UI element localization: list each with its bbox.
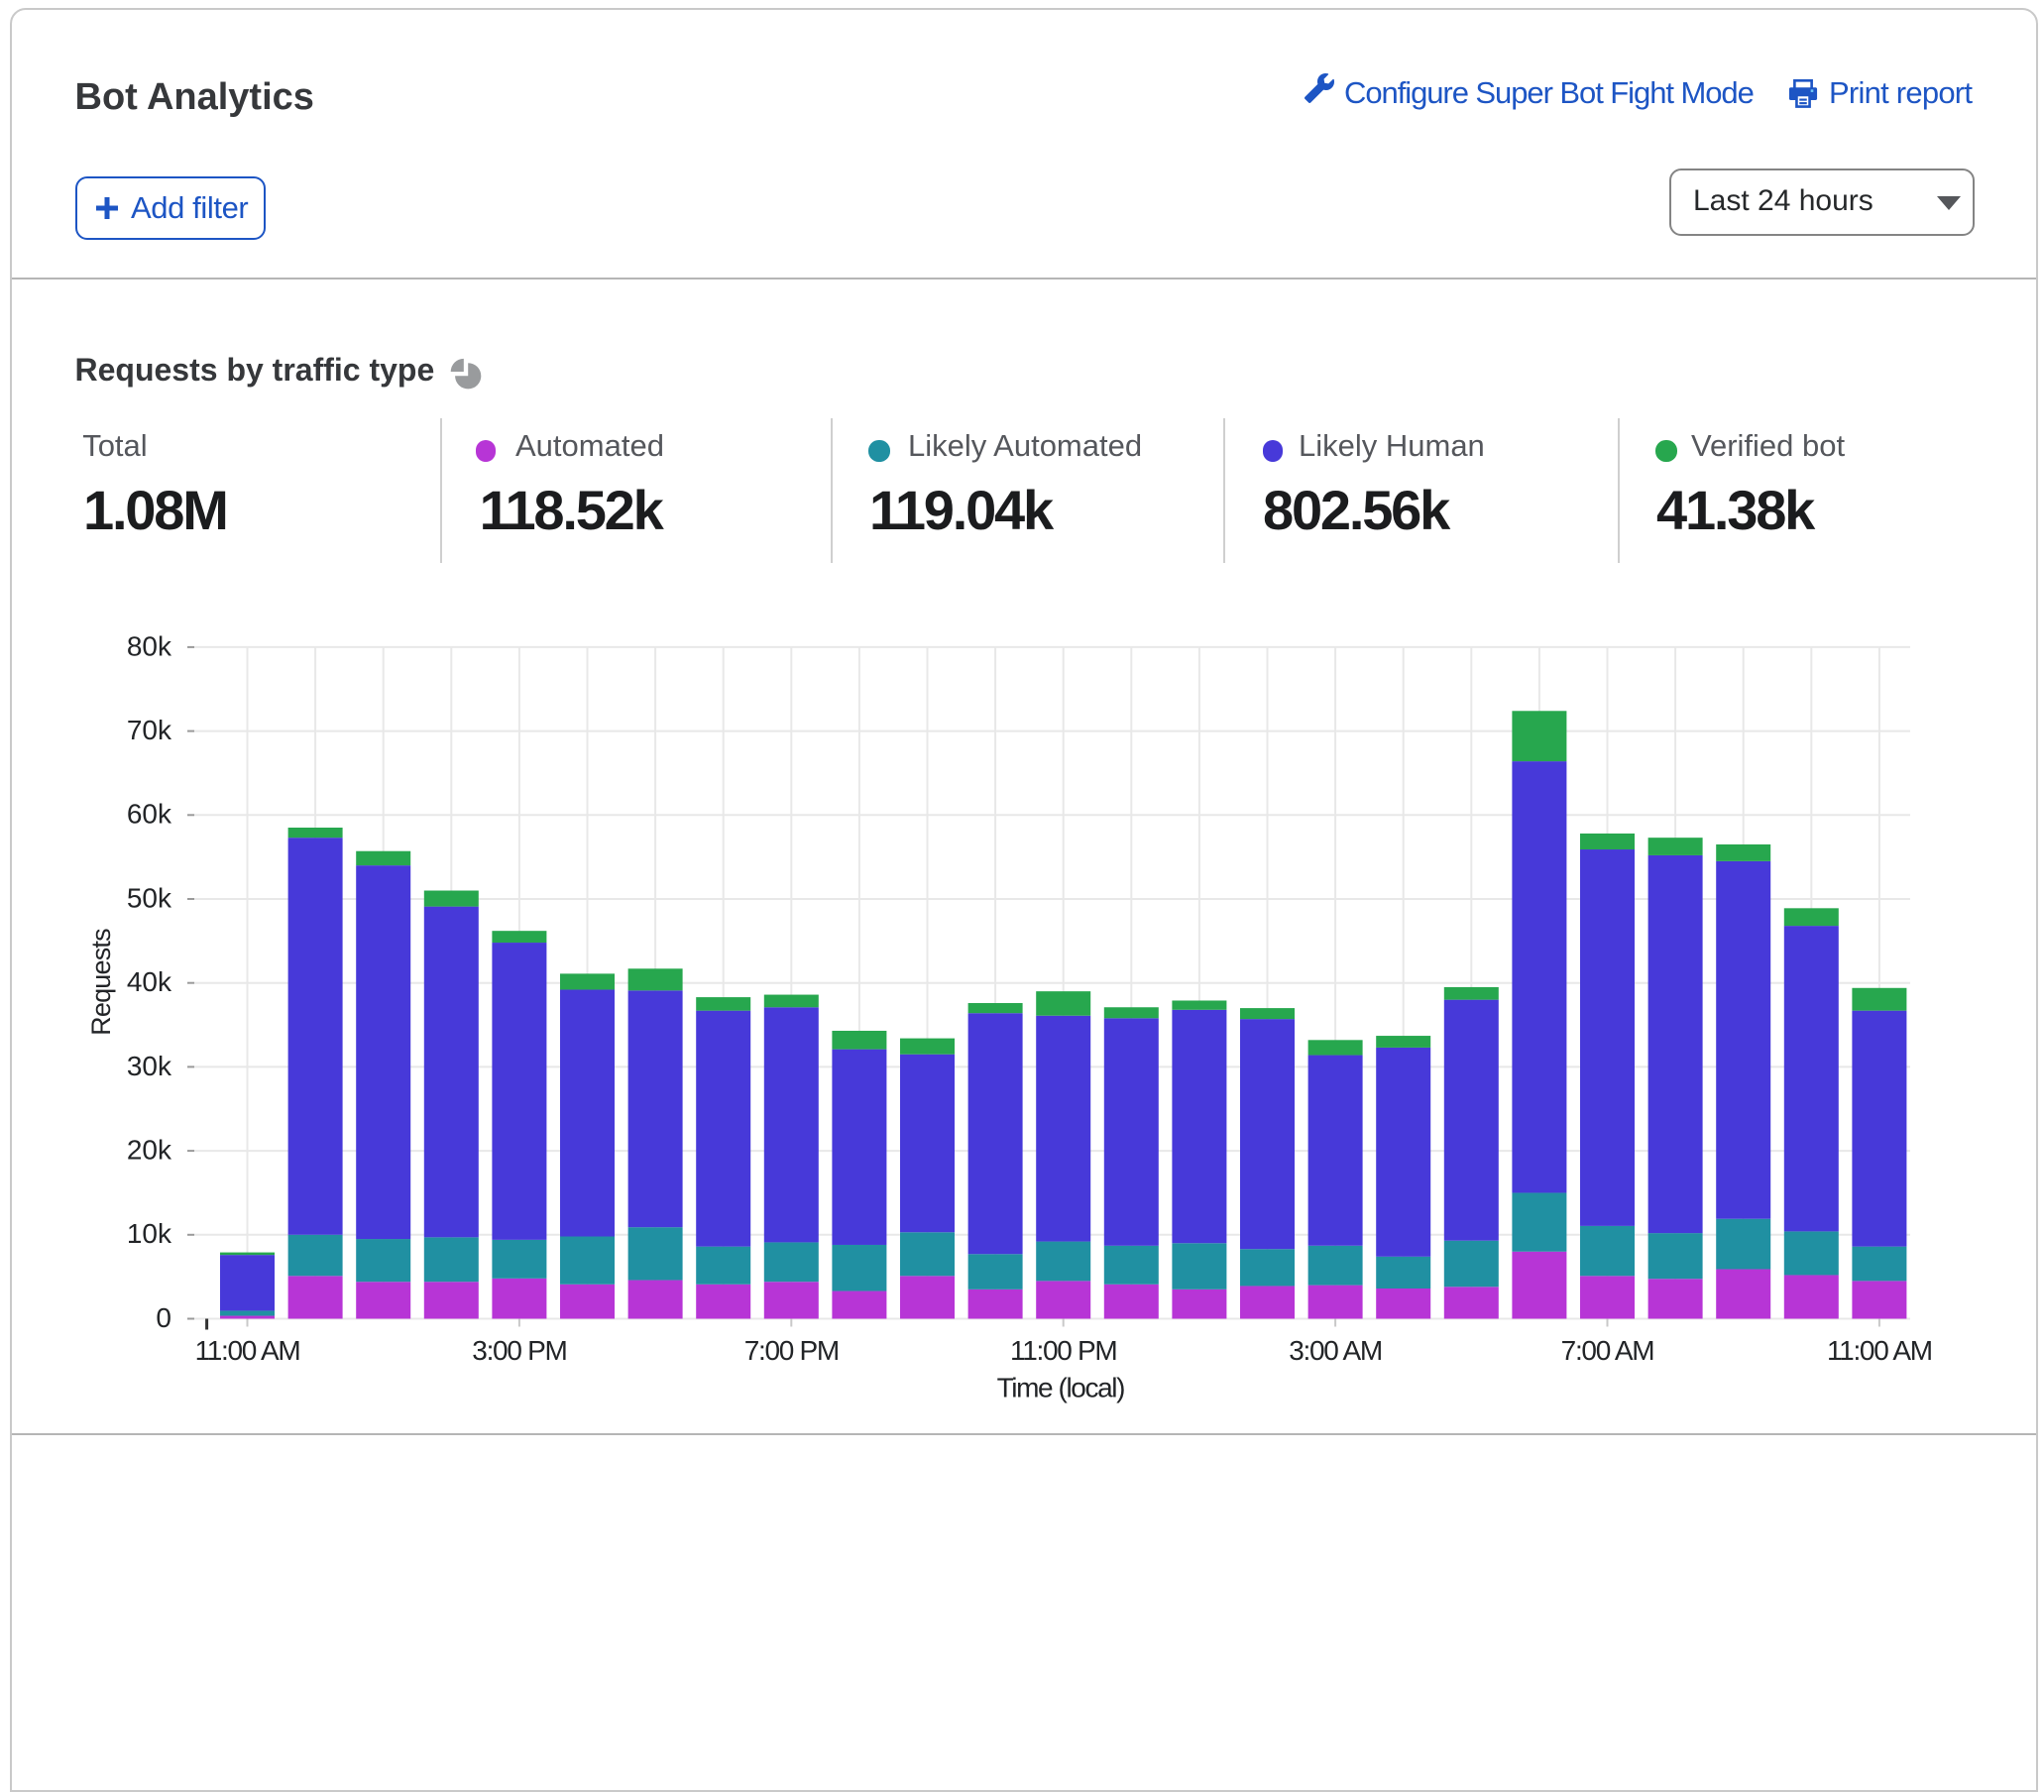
svg-text:40k: 40k [127, 966, 172, 997]
svg-text:11:00 AM: 11:00 AM [1827, 1335, 1932, 1366]
svg-text:Time (local): Time (local) [997, 1373, 1124, 1403]
svg-text:20k: 20k [127, 1135, 172, 1166]
svg-text:3:00 AM: 3:00 AM [1289, 1335, 1382, 1366]
svg-text:11:00 PM: 11:00 PM [1010, 1335, 1116, 1366]
svg-text:0: 0 [156, 1302, 171, 1333]
svg-text:30k: 30k [127, 1051, 172, 1081]
svg-text:10k: 10k [127, 1218, 172, 1249]
svg-text:7:00 AM: 7:00 AM [1561, 1335, 1654, 1366]
svg-text:70k: 70k [127, 715, 172, 745]
svg-text:3:00 PM: 3:00 PM [472, 1335, 566, 1366]
svg-text:60k: 60k [127, 799, 172, 830]
svg-text:11:00 AM: 11:00 AM [195, 1335, 300, 1366]
svg-text:Requests: Requests [86, 929, 116, 1036]
svg-text:7:00 PM: 7:00 PM [744, 1335, 839, 1366]
svg-text:50k: 50k [127, 882, 172, 913]
svg-text:80k: 80k [127, 630, 172, 661]
